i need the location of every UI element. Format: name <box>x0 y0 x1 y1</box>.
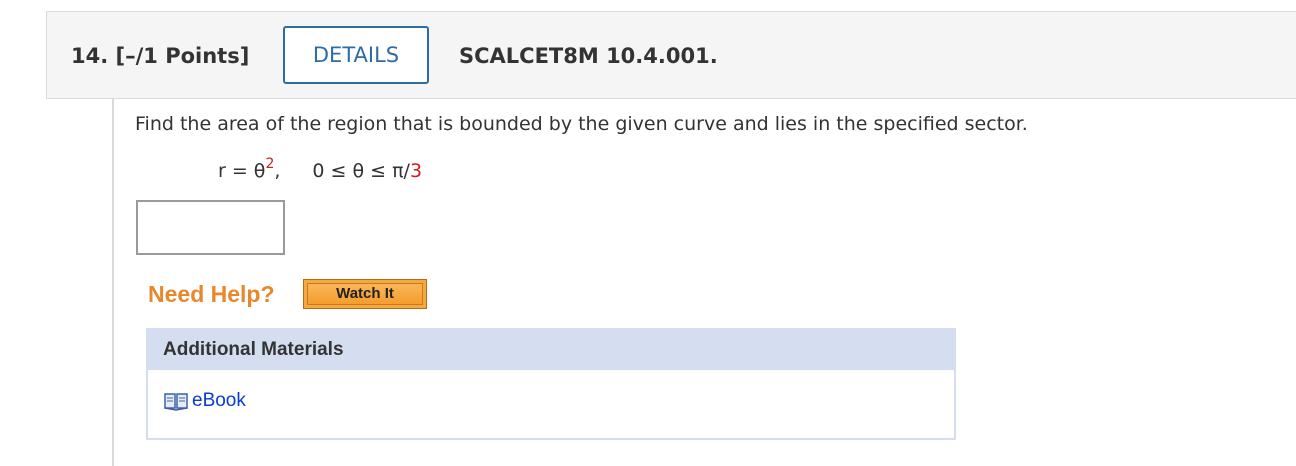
answer-input[interactable] <box>136 200 285 255</box>
points-label: [–/1 Points] <box>115 44 250 68</box>
question-number-label: 14. <box>71 44 109 68</box>
equation-upper-bound: 3 <box>409 160 423 182</box>
book-icon <box>164 393 188 411</box>
additional-materials-header: Additional Materials <box>148 330 954 370</box>
equation-bounds: 0 ≤ θ ≤ π/ <box>312 160 410 182</box>
question-code: SCALCET8M 10.4.001. <box>459 44 718 68</box>
watch-it-button[interactable]: Watch It <box>303 279 427 309</box>
question-number: 14. [–/1 Points] <box>71 44 249 68</box>
content-left-rule <box>112 99 114 466</box>
equation-lhs: r = θ <box>218 160 266 182</box>
ebook-label: eBook <box>192 390 246 411</box>
need-help-label: Need Help? <box>148 281 275 307</box>
equation-comma: , <box>274 160 281 182</box>
watch-it-label: Watch It <box>307 283 423 305</box>
question-header: 14. [–/1 Points] DETAILS SCALCET8M 10.4.… <box>46 11 1296 99</box>
additional-materials-panel: Additional Materials eBook <box>146 328 956 440</box>
question-prompt: Find the area of the region that is boun… <box>135 113 1028 135</box>
equation: r = θ2, 0 ≤ θ ≤ π/3 <box>218 156 422 182</box>
ebook-link[interactable]: eBook <box>164 390 246 412</box>
details-button[interactable]: DETAILS <box>283 26 429 84</box>
